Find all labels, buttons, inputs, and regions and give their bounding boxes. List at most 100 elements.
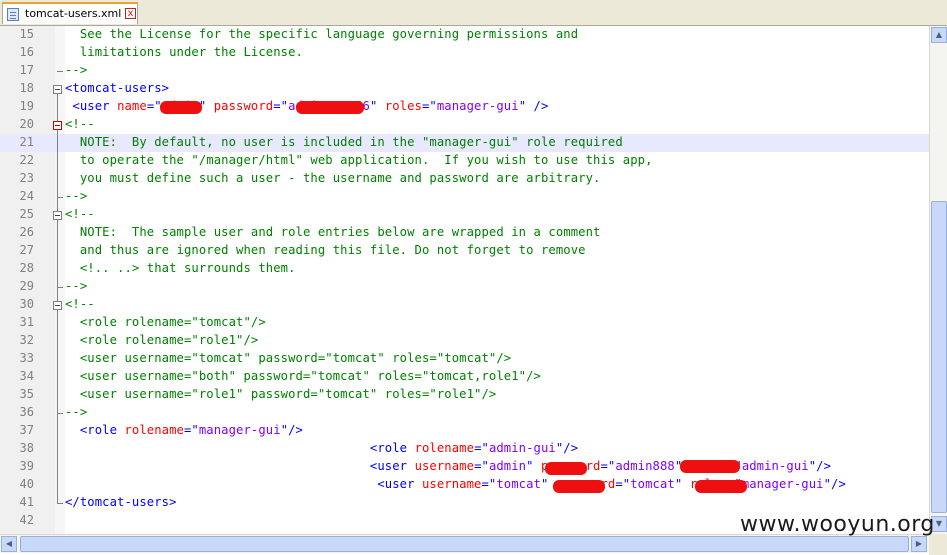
code-text: <role rolename="tomcat"/> <box>65 315 266 329</box>
arrow-left-icon[interactable]: ◀ <box>1 536 17 552</box>
code-editor[interactable]: 15 See the License for the specific lang… <box>0 26 929 534</box>
code-token: rolename <box>124 423 184 437</box>
line-number: 17 <box>19 63 34 77</box>
line-number: 30 <box>19 297 34 311</box>
code-token: <!-- <box>65 297 95 311</box>
code-line[interactable]: 21 NOTE: By default, no user is included… <box>0 134 929 152</box>
code-line[interactable]: 39 <user username="admin" password="admi… <box>0 458 929 476</box>
code-line[interactable]: 34 <user username="both" password="tomca… <box>0 368 929 386</box>
code-line[interactable]: 18 <tomcat-users> <box>0 80 929 98</box>
code-line[interactable]: 24 --> <box>0 188 929 206</box>
fold-guide <box>57 94 58 504</box>
code-line[interactable]: 23 you must define such a user - the use… <box>0 170 929 188</box>
code-text: <user username="tomcat" password="tomcat… <box>65 351 511 365</box>
vertical-scrollbar[interactable]: ▲ ▼ <box>929 26 947 534</box>
code-line[interactable]: 22 to operate the "/manager/html" web ap… <box>0 152 929 170</box>
line-number: 27 <box>19 243 34 257</box>
line-number: 19 <box>19 99 34 113</box>
code-token: you must define such a user - the userna… <box>65 171 601 185</box>
fold-toggle[interactable] <box>53 85 62 94</box>
code-line[interactable]: 31 <role rolename="tomcat"/> <box>0 314 929 332</box>
fold-toggle[interactable] <box>53 121 62 130</box>
xml-file-icon <box>7 8 19 21</box>
code-token: " /> <box>518 99 549 113</box>
arrow-up-icon[interactable]: ▲ <box>931 27 947 43</box>
code-text: NOTE: The sample user and role entries b… <box>65 225 601 239</box>
code-line[interactable]: 33 <user username="tomcat" password="tom… <box>0 350 929 368</box>
line-number: 36 <box>19 405 34 419</box>
code-token: "/> <box>280 423 303 437</box>
code-token: to operate the "/manager/html" web appli… <box>65 153 653 167</box>
line-number: 32 <box>19 333 34 347</box>
close-icon[interactable]: x <box>125 8 136 19</box>
code-token: <user username="role1" password="tomcat"… <box>65 387 497 401</box>
code-token: <role rolename="role1"/> <box>65 333 259 347</box>
tab-tomcat-users-xml[interactable]: tomcat-users.xml x <box>2 2 138 24</box>
arrow-right-icon[interactable]: ▶ <box>911 536 927 552</box>
code-token: =" <box>422 99 437 113</box>
code-line[interactable]: 32 <role rolename="role1"/> <box>0 332 929 350</box>
code-token: =" <box>184 423 199 437</box>
code-line[interactable]: 35 <user username="role1" password="tomc… <box>0 386 929 404</box>
code-token: limitations under the License. <box>65 45 303 59</box>
code-text: to operate the "/manager/html" web appli… <box>65 153 653 167</box>
code-token: " <box>526 459 541 473</box>
line-number: 34 <box>19 369 34 383</box>
line-number: 35 <box>19 387 34 401</box>
code-text: <role rolename="manager-gui"/> <box>65 423 303 437</box>
code-line[interactable]: 38 <role rolename="admin-gui"/> <box>0 440 929 458</box>
line-number: 26 <box>19 225 34 239</box>
redaction-mark <box>296 101 364 114</box>
code-token: <user <box>65 99 118 113</box>
code-token: <tomcat-users> <box>65 81 170 95</box>
code-line[interactable]: 28 <!.. ..> that surrounds them. <box>0 260 929 278</box>
code-token: <user username="both" password="tomcat" … <box>65 369 541 383</box>
code-text: <tomcat-users> <box>65 81 169 95</box>
redaction-mark <box>695 480 747 493</box>
code-token: name <box>117 99 147 113</box>
code-line[interactable]: 16 limitations under the License. <box>0 44 929 62</box>
redaction-mark <box>545 462 587 475</box>
line-number: 21 <box>19 135 34 149</box>
code-text: See the License for the specific languag… <box>65 27 578 41</box>
line-number: 22 <box>19 153 34 167</box>
code-token: <user <box>65 477 422 491</box>
code-token: roles <box>384 99 422 113</box>
code-line[interactable]: 41 </tomcat-users> <box>0 494 929 512</box>
code-token: admin-gui <box>488 441 556 455</box>
code-token: " <box>369 99 385 113</box>
fold-end-marker <box>57 197 63 198</box>
code-token: --> <box>65 405 88 419</box>
code-line[interactable]: 37 <role rolename="manager-gui"/> <box>0 422 929 440</box>
code-line[interactable]: 25 <!-- <box>0 206 929 224</box>
code-line[interactable]: 30 <!-- <box>0 296 929 314</box>
code-line[interactable]: 40 <user username="tomcat" password="tom… <box>0 476 929 494</box>
fold-end-marker <box>57 287 63 288</box>
line-number: 39 <box>19 459 34 473</box>
line-number: 16 <box>19 45 34 59</box>
code-line[interactable]: 26 NOTE: The sample user and role entrie… <box>0 224 929 242</box>
code-token: admin-gui <box>741 459 809 473</box>
code-token: --> <box>65 189 88 203</box>
code-line[interactable]: 15 See the License for the specific lang… <box>0 26 929 44</box>
code-line[interactable]: 36 --> <box>0 404 929 422</box>
code-token: " <box>674 477 690 491</box>
code-line[interactable]: 29 --> <box>0 278 929 296</box>
horizontal-scroll-thumb[interactable] <box>20 536 909 552</box>
code-text: <!-- <box>65 117 95 131</box>
code-token: <!.. ..> that surrounds them. <box>65 261 296 275</box>
fold-toggle[interactable] <box>53 211 62 220</box>
watermark: www.wooyun.org <box>740 512 935 537</box>
code-token: admin <box>488 459 527 473</box>
code-line[interactable]: 17 --> <box>0 62 929 80</box>
code-token: username <box>422 477 482 491</box>
code-line[interactable]: 27 and thus are ignored when reading thi… <box>0 242 929 260</box>
code-line[interactable]: 19 <user name="admin" password="admin123… <box>0 98 929 116</box>
tab-bar: tomcat-users.xml x <box>0 0 947 26</box>
code-token: tomcat <box>496 477 541 491</box>
code-line[interactable]: 20 <!-- <box>0 116 929 134</box>
code-text: <!-- <box>65 297 95 311</box>
fold-toggle[interactable] <box>53 301 62 310</box>
vertical-scroll-thumb[interactable] <box>931 201 947 513</box>
code-token: and thus are ignored when reading this f… <box>65 243 586 257</box>
